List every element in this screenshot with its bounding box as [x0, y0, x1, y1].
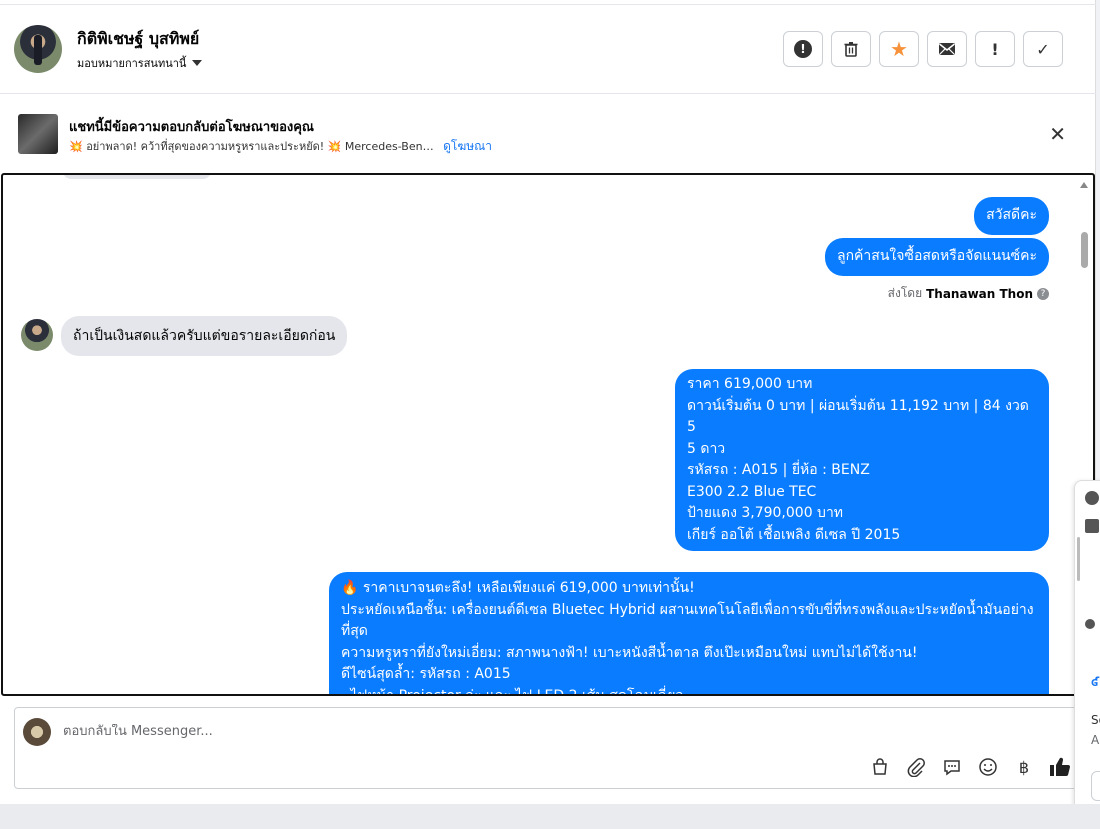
ad-description: 💥 อย่าพลาด! คว้าที่สุดของความหรูหราและปร…	[69, 140, 434, 153]
mail-icon	[939, 43, 955, 55]
delete-button[interactable]	[831, 31, 871, 67]
conversation-header: กิติพิเชษฐ์ บุสทิพย์ มอบหมายการสนทนานี้ …	[0, 5, 1096, 94]
view-ad-link[interactable]: ดูโฆษณา	[443, 139, 492, 153]
star-button[interactable]: ★	[879, 31, 919, 67]
message-thread[interactable]: สวัสดีคะ ลูกค้าสนใจซื้อสดหรือจัดแนนซ์คะ …	[1, 173, 1095, 696]
star-icon: ★	[890, 37, 908, 61]
assign-conversation-dropdown[interactable]: มอบหมายการสนทนานี้	[77, 54, 203, 72]
scrollbar-thumb[interactable]	[1081, 232, 1088, 268]
sender-name: Thanawan Thon	[926, 286, 1033, 301]
message-bubble-outgoing[interactable]: ลูกค้าสนใจซื้อสดหรือจัดแนนซ์คะ	[825, 238, 1049, 276]
popup-button[interactable]	[1091, 771, 1100, 801]
avatar	[1085, 491, 1099, 505]
report-spam-button[interactable]: !	[783, 31, 823, 67]
mark-unread-button[interactable]	[927, 31, 967, 67]
scrollbar[interactable]	[1077, 537, 1080, 581]
ad-banner-title: แชทนี้มีข้อความตอบกลับต่อโฆษณาของคุณ	[69, 120, 314, 135]
popup-text: A	[1091, 733, 1100, 747]
page-bottom-strip	[0, 804, 1100, 829]
scroll-up-arrow[interactable]	[1080, 182, 1088, 188]
close-icon[interactable]: ✕	[1049, 122, 1066, 146]
help-icon[interactable]: ?	[1037, 287, 1049, 300]
message-bubble-outgoing[interactable]: ราคา 619,000 บาท ดาวน์เริ่มต้น 0 บาท | ผ…	[675, 369, 1049, 551]
assign-label: มอบหมายการสนทนานี้	[77, 57, 187, 70]
message-bubble-incoming[interactable]: ถ้าเป็นเงินสดแล้วครับแต่ขอรายละเอียดก่อน	[61, 316, 348, 356]
check-icon: ✓	[1036, 39, 1050, 59]
message-bubble-partial	[63, 175, 211, 179]
sent-by-label: ส่งโดย Thanawan Thon ?	[888, 284, 1049, 303]
message-composer: ฿	[14, 707, 1080, 789]
message-bubble-outgoing[interactable]: 🔥 ราคาเบาจนตะลึง! เหลือเพียงแค่ 619,000 …	[329, 572, 1049, 694]
exclamation-icon: !	[991, 39, 999, 59]
contact-avatar-small[interactable]	[21, 319, 53, 351]
avatar	[1085, 619, 1095, 629]
reply-input[interactable]	[63, 724, 963, 739]
header-actions: ! ★ ! ✓	[783, 31, 1063, 67]
sent-by-prefix: ส่งโดย	[887, 286, 923, 300]
inbox-panel: กิติพิเชษฐ์ บุสทิพย์ มอบหมายการสนทนานี้ …	[0, 0, 1096, 804]
ad-banner-subtitle: 💥 อย่าพลาด! คว้าที่สุดของความหรูหราและปร…	[69, 137, 492, 156]
saved-replies-icon[interactable]	[941, 756, 963, 778]
popup-text: So	[1091, 713, 1100, 727]
contact-avatar[interactable]	[14, 25, 62, 73]
google-icon: ʛ	[1091, 675, 1100, 689]
bag-icon[interactable]	[869, 756, 891, 778]
avatar	[1085, 519, 1099, 533]
mark-done-button[interactable]: ✓	[1023, 31, 1063, 67]
thumbs-up-icon[interactable]	[1049, 756, 1071, 778]
message-bubble-outgoing[interactable]: สวัสดีคะ	[974, 197, 1049, 235]
side-popup[interactable]: ʛ So A	[1074, 480, 1100, 816]
page-avatar	[23, 718, 51, 746]
baht-icon[interactable]: ฿	[1013, 756, 1035, 778]
avatar	[23, 173, 53, 175]
emoji-icon[interactable]	[977, 756, 999, 778]
ad-thumbnail[interactable]	[18, 114, 58, 154]
ad-reply-banner: แชทนี้มีข้อความตอบกลับต่อโฆษณาของคุณ 💥 อ…	[0, 94, 1096, 172]
follow-up-button[interactable]: !	[975, 31, 1015, 67]
trash-icon	[844, 42, 858, 57]
composer-tools: ฿	[869, 756, 1071, 778]
attachment-icon[interactable]	[905, 756, 927, 778]
chevron-down-icon	[192, 60, 203, 66]
alert-circle-icon: !	[794, 40, 812, 58]
contact-name[interactable]: กิติพิเชษฐ์ บุสทิพย์	[77, 27, 199, 52]
